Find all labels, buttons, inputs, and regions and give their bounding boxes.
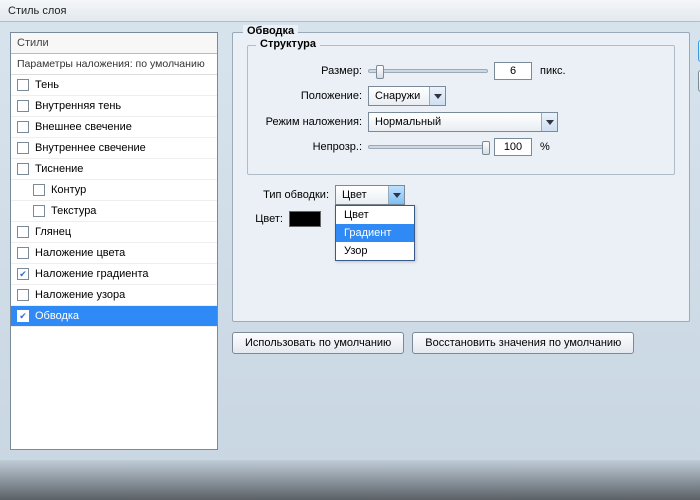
sidebar-item-label: Глянец [35, 226, 71, 238]
chevron-down-icon [388, 186, 404, 204]
blend-value: Нормальный [375, 116, 441, 128]
opacity-label: Непрозр.: [260, 141, 362, 153]
color-swatch[interactable] [289, 211, 321, 227]
checkbox[interactable] [17, 310, 29, 322]
sidebar-item-label: Текстура [51, 205, 96, 217]
sidebar-item-5[interactable]: Контур [11, 180, 217, 201]
sidebar-item-label: Тень [35, 79, 59, 91]
sidebar-item-3[interactable]: Внутреннее свечение [11, 138, 217, 159]
sidebar-item-label: Внутреннее свечение [35, 142, 146, 154]
panel-legend: Обводка [243, 25, 298, 37]
sidebar-item-4[interactable]: Тиснение [11, 159, 217, 180]
color-label: Цвет: [247, 213, 283, 225]
checkbox[interactable] [17, 100, 29, 112]
reset-default-button[interactable]: Восстановить значения по умолчанию [412, 332, 634, 354]
sidebar-item-label: Внутренняя тень [35, 100, 121, 112]
sidebar-item-label: Наложение узора [35, 289, 125, 301]
position-label: Положение: [260, 90, 362, 102]
checkbox[interactable] [17, 163, 29, 175]
stroke-type-select[interactable]: Цвет [335, 185, 405, 205]
stroke-panel: Обводка Структура Размер: 6 пикс. Положе… [232, 32, 690, 322]
checkbox[interactable] [17, 121, 29, 133]
sidebar-item-0[interactable]: Тень [11, 75, 217, 96]
sidebar-header: Стили [11, 33, 217, 54]
sidebar-item-label: Наложение градиента [35, 268, 149, 280]
opacity-unit: % [540, 141, 550, 153]
sidebar-item-8[interactable]: Наложение цвета [11, 243, 217, 264]
checkbox[interactable] [17, 247, 29, 259]
structure-group: Структура Размер: 6 пикс. Положение: Сна… [247, 45, 675, 175]
bottom-shadow [0, 460, 700, 500]
size-input[interactable]: 6 [494, 62, 532, 80]
sidebar-item-label: Тиснение [35, 163, 83, 175]
sidebar-item-7[interactable]: Глянец [11, 222, 217, 243]
size-unit: пикс. [540, 65, 566, 77]
sidebar-item-label: Контур [51, 184, 86, 196]
checkbox[interactable] [17, 289, 29, 301]
opacity-slider[interactable] [368, 145, 488, 149]
use-default-button[interactable]: Использовать по умолчанию [232, 332, 404, 354]
sidebar-subheader[interactable]: Параметры наложения: по умолчанию [11, 54, 217, 75]
blend-select[interactable]: Нормальный [368, 112, 558, 132]
size-label: Размер: [260, 65, 362, 77]
sidebar-item-label: Внешнее свечение [35, 121, 132, 133]
styles-sidebar: Стили Параметры наложения: по умолчанию … [10, 32, 218, 450]
checkbox[interactable] [17, 268, 29, 280]
stroke-type-option[interactable]: Узор [336, 242, 414, 260]
chevron-down-icon [541, 113, 557, 131]
stroke-type-option[interactable]: Градиент [336, 224, 414, 242]
sidebar-item-label: Наложение цвета [35, 247, 125, 259]
position-value: Снаружи [375, 90, 420, 102]
checkbox[interactable] [17, 79, 29, 91]
checkbox[interactable] [33, 184, 45, 196]
window-title: Стиль слоя [0, 0, 700, 22]
blend-label: Режим наложения: [260, 116, 362, 128]
stroke-type-dropdown[interactable]: ЦветГрадиентУзор [335, 205, 415, 261]
sidebar-item-9[interactable]: Наложение градиента [11, 264, 217, 285]
stroke-type-label: Тип обводки: [247, 189, 329, 201]
sidebar-item-2[interactable]: Внешнее свечение [11, 117, 217, 138]
stroke-type-option[interactable]: Цвет [336, 206, 414, 224]
checkbox[interactable] [33, 205, 45, 217]
opacity-input[interactable]: 100 [494, 138, 532, 156]
structure-legend: Структура [256, 38, 320, 50]
chevron-down-icon [429, 87, 445, 105]
sidebar-item-1[interactable]: Внутренняя тень [11, 96, 217, 117]
checkbox[interactable] [17, 142, 29, 154]
opacity-slider-thumb[interactable] [482, 141, 490, 155]
sidebar-item-10[interactable]: Наложение узора [11, 285, 217, 306]
sidebar-item-11[interactable]: Обводка [11, 306, 217, 327]
stroke-type-value: Цвет [342, 189, 367, 201]
size-slider-thumb[interactable] [376, 65, 384, 79]
sidebar-item-label: Обводка [35, 310, 79, 322]
size-slider[interactable] [368, 69, 488, 73]
sidebar-item-6[interactable]: Текстура [11, 201, 217, 222]
position-select[interactable]: Снаружи [368, 86, 446, 106]
checkbox[interactable] [17, 226, 29, 238]
